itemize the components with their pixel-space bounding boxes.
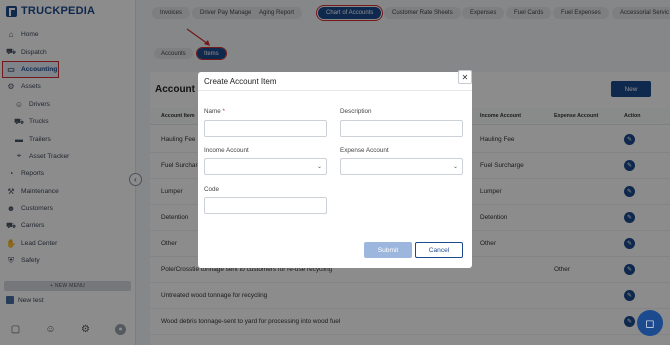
close-button[interactable]: ✕ bbox=[458, 70, 472, 84]
description-label: Description bbox=[340, 108, 372, 115]
expense-account-select[interactable]: ⌄ bbox=[340, 158, 463, 175]
chat-support-button[interactable]: ◻ bbox=[637, 310, 663, 336]
create-account-item-dialog: Create Account Item ✕ Name * Description… bbox=[198, 70, 472, 268]
income-account-label: Income Account bbox=[204, 147, 249, 154]
chat-bubble-icon: ◻ bbox=[645, 317, 655, 330]
close-icon: ✕ bbox=[461, 72, 469, 82]
income-account-select[interactable]: ⌄ bbox=[204, 158, 327, 175]
code-field[interactable] bbox=[204, 197, 327, 214]
chevron-down-icon: ⌄ bbox=[316, 164, 322, 170]
submit-button[interactable]: Submit bbox=[364, 242, 412, 258]
modal-header: Create Account Item bbox=[198, 72, 472, 91]
description-field[interactable] bbox=[340, 120, 463, 137]
expense-account-label: Expense Account bbox=[340, 147, 389, 154]
modal-title: Create Account Item bbox=[204, 77, 277, 86]
name-label: Name * bbox=[204, 108, 225, 115]
name-field[interactable] bbox=[204, 120, 327, 137]
chevron-down-icon: ⌄ bbox=[452, 164, 458, 170]
code-label: Code bbox=[204, 186, 220, 193]
required-mark: * bbox=[222, 108, 225, 115]
cancel-button[interactable]: Cancel bbox=[415, 242, 463, 258]
name-label-text: Name bbox=[204, 108, 221, 115]
